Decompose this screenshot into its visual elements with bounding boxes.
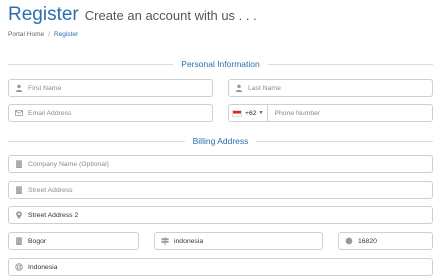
first-name-field[interactable]: First Name <box>8 79 213 97</box>
section-personal-information: Personal Information <box>8 58 433 70</box>
country-code-selector[interactable]: +62 ▼ <box>232 105 269 121</box>
city-value: Bogor <box>28 237 47 245</box>
signpost-icon <box>160 237 169 246</box>
first-name-placeholder: First Name <box>28 84 62 92</box>
state-value: indonesia <box>174 237 204 245</box>
last-name-field[interactable]: Last Name <box>228 79 433 97</box>
city-field[interactable]: Bogor <box>8 232 139 250</box>
street-address-2-placeholder: Street Address 2 <box>28 211 79 219</box>
breadcrumb: Portal Home / Register <box>8 31 78 38</box>
email-placeholder: Email Address <box>28 109 72 117</box>
company-name-placeholder: Company Name (Optional) <box>28 160 109 168</box>
building-icon <box>14 186 23 195</box>
postcode-field[interactable]: 16820 <box>338 232 433 250</box>
building-icon <box>14 160 23 169</box>
globe-icon <box>14 263 23 272</box>
section-billing-address: Billing Address <box>8 135 434 147</box>
state-field[interactable]: indonesia <box>154 232 323 250</box>
caret-down-icon: ▼ <box>258 110 264 116</box>
street-address-placeholder: Street Address <box>28 186 73 194</box>
circle-icon <box>344 237 353 246</box>
company-name-field[interactable]: Company Name (Optional) <box>8 155 433 173</box>
country-field[interactable]: Indonesia <box>8 258 433 276</box>
divider-line <box>267 63 433 65</box>
street-address-2-field[interactable]: Street Address 2 <box>8 206 433 224</box>
last-name-placeholder: Last Name <box>248 84 281 92</box>
divider-line <box>8 140 185 142</box>
phone-placeholder: Phone Number <box>274 109 321 117</box>
user-icon <box>234 84 243 93</box>
map-marker-icon <box>14 211 23 220</box>
divider-line <box>256 140 434 142</box>
page-subtitle: Create an account with us . . . <box>84 8 257 23</box>
user-icon <box>14 84 23 93</box>
breadcrumb-current: Register <box>53 31 79 38</box>
breadcrumb-home-link[interactable]: Portal Home <box>8 31 44 38</box>
envelope-icon <box>14 109 23 118</box>
country-value: Indonesia <box>28 263 58 271</box>
page-title: Register <box>8 4 79 25</box>
email-field[interactable]: Email Address <box>8 104 213 122</box>
breadcrumb-separator: / <box>48 31 50 38</box>
indonesia-flag-icon <box>232 109 242 117</box>
phone-field[interactable]: +62 ▼ Phone Number <box>228 104 433 122</box>
dial-code: +62 <box>245 109 257 117</box>
divider-line <box>8 63 174 65</box>
section-title: Billing Address <box>192 136 249 146</box>
postcode-value: 16820 <box>358 237 377 245</box>
street-address-field[interactable]: Street Address <box>8 181 433 199</box>
building-icon <box>14 237 23 246</box>
section-title: Personal Information <box>181 59 260 69</box>
page-header: Register Create an account with us . . . <box>8 4 257 26</box>
